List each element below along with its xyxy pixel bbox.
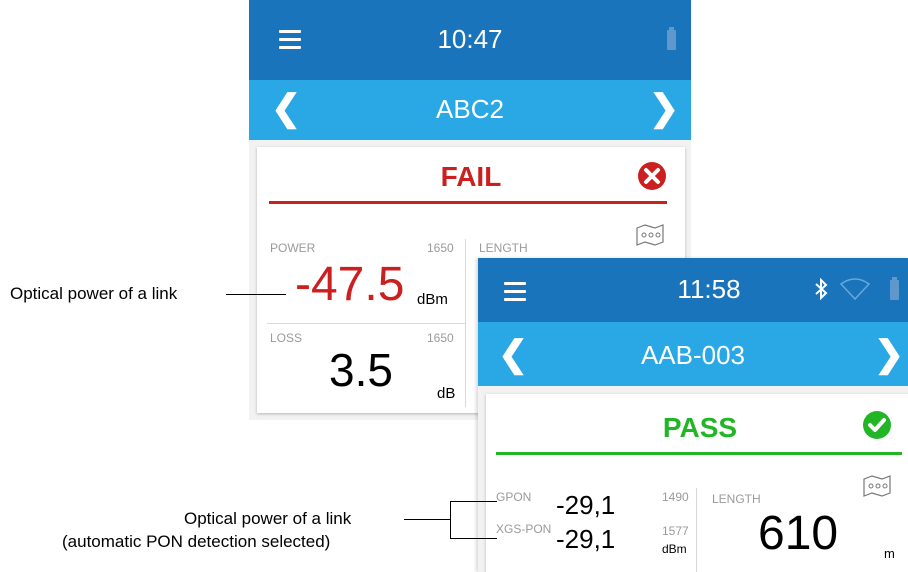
callout-optical-power-pon: Optical power of a link bbox=[184, 509, 352, 528]
top-bar: 11:58 bbox=[478, 258, 908, 322]
status-rule bbox=[269, 201, 667, 204]
callout-bracket bbox=[450, 501, 497, 539]
bluetooth-icon bbox=[815, 278, 828, 300]
length-label: LENGTH bbox=[712, 492, 761, 506]
loss-value: 3.5 bbox=[329, 344, 393, 396]
screen-pass: 11:58 ❮ AAB-003 ❯ PASS GPON -29,1 1490 L… bbox=[478, 258, 908, 572]
chevron-right-icon[interactable]: ❯ bbox=[649, 90, 679, 126]
xgs-pon-label: XGS-PON bbox=[496, 522, 552, 536]
power-label: POWER bbox=[270, 241, 316, 255]
power-wavelength: 1650 bbox=[427, 241, 454, 255]
callout-optical-power: Optical power of a link bbox=[10, 284, 178, 303]
map-icon[interactable] bbox=[635, 223, 665, 247]
gpon-label: GPON bbox=[496, 490, 532, 504]
loss-unit: dB bbox=[437, 385, 456, 402]
wifi-icon bbox=[840, 278, 870, 300]
clock: 11:58 bbox=[677, 274, 741, 304]
xgs-pon-wavelength: 1577 bbox=[662, 524, 689, 538]
clock: 10:47 bbox=[437, 24, 503, 54]
chevron-left-icon[interactable]: ❮ bbox=[498, 336, 528, 372]
callout-leader bbox=[226, 294, 286, 295]
status-pass: PASS bbox=[662, 412, 738, 443]
loss-label: LOSS bbox=[270, 331, 303, 345]
power-unit: dBm bbox=[662, 542, 687, 556]
power-unit: dBm bbox=[417, 291, 448, 308]
xgs-pon-value: -29,1 bbox=[556, 524, 616, 554]
chevron-right-icon[interactable]: ❯ bbox=[874, 336, 904, 372]
menu-icon[interactable] bbox=[504, 282, 526, 306]
column-divider bbox=[465, 239, 466, 407]
length-value: 610 bbox=[758, 507, 839, 560]
battery-icon bbox=[890, 277, 899, 300]
fail-icon bbox=[638, 162, 666, 190]
column-divider bbox=[696, 488, 697, 572]
length-label: LENGTH bbox=[479, 241, 528, 255]
map-icon[interactable] bbox=[862, 474, 892, 498]
top-bar: 10:47 bbox=[249, 0, 691, 80]
status-fail: FAIL bbox=[440, 161, 502, 192]
nav-bar: ❮ AAB-003 ❯ bbox=[478, 322, 908, 386]
callout-leader-pon bbox=[404, 519, 450, 520]
battery-icon bbox=[667, 27, 676, 50]
pass-icon bbox=[863, 411, 891, 439]
nav-title: AAB-003 bbox=[640, 340, 746, 370]
nav-title: ABC2 bbox=[436, 94, 504, 124]
result-card: PASS GPON -29,1 1490 LENGTH XGS-PON -29,… bbox=[486, 394, 908, 572]
status-rule bbox=[496, 452, 902, 455]
gpon-wavelength: 1490 bbox=[662, 490, 689, 504]
power-value: -47.5 bbox=[295, 258, 405, 311]
loss-wavelength: 1650 bbox=[427, 331, 454, 345]
callout-pon-detection: (automatic PON detection selected) bbox=[62, 532, 331, 551]
nav-bar: ❮ ABC2 ❯ bbox=[249, 80, 691, 140]
gpon-value: -29,1 bbox=[556, 490, 616, 520]
length-unit: m bbox=[884, 546, 895, 561]
row-divider bbox=[267, 323, 465, 324]
